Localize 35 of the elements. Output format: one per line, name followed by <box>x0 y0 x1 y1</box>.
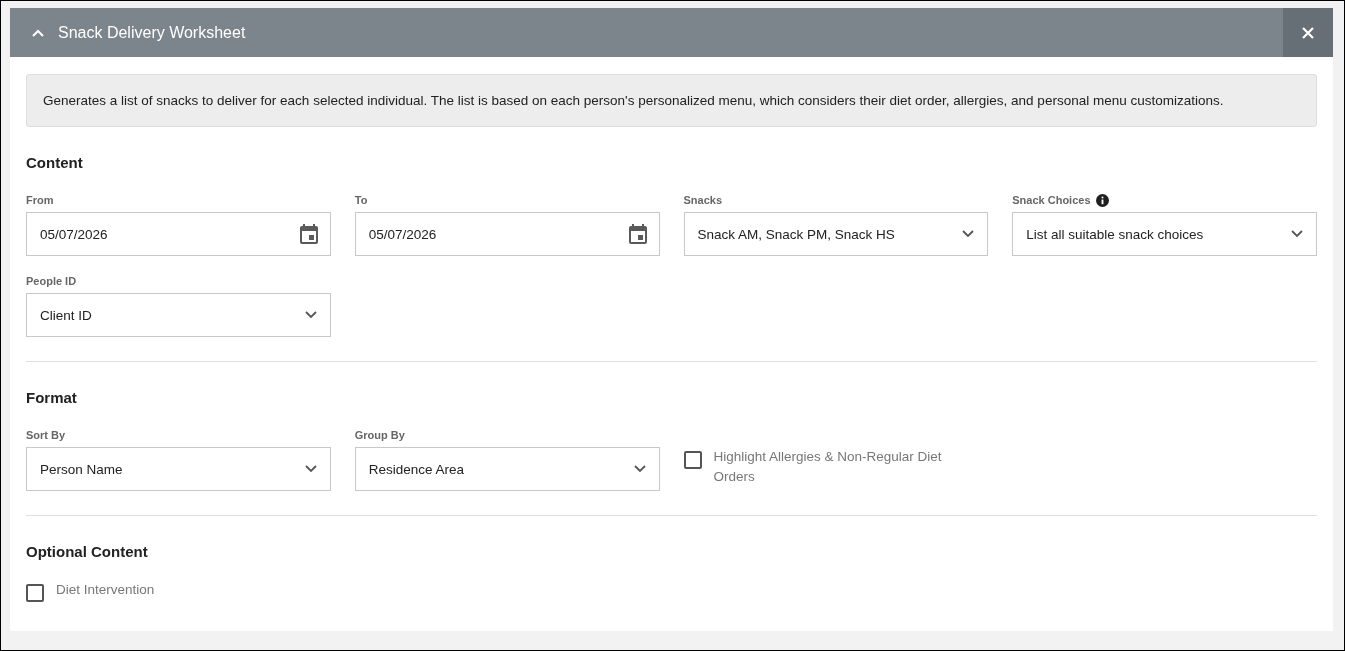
panel-title: Snack Delivery Worksheet <box>58 23 246 42</box>
collapse-button[interactable] <box>31 27 45 38</box>
checkbox-label: Diet Intervention <box>56 581 155 599</box>
section-heading: Format <box>26 388 77 408</box>
chevron-icon <box>32 28 44 37</box>
field-label: Group By <box>354 429 405 442</box>
dropdown-field[interactable]: Person Name <box>26 447 331 491</box>
calendar-icon <box>299 224 318 244</box>
dropdown-field[interactable]: List all suitable snack choices <box>1012 212 1317 256</box>
close-button[interactable] <box>1283 8 1333 57</box>
chevron-down-icon <box>633 465 646 473</box>
chevron-down-icon <box>962 230 975 238</box>
checkbox-label: Highlight Allergies & Non-Regular Diet Orders <box>713 448 943 486</box>
description-text: Generates a list of snacks to deliver for each selected individual. The list is based on each person's personalized menu, which considers their diet order, allergies, and personal menu customizations. <box>43 92 1224 110</box>
field-label: People ID <box>26 275 77 288</box>
chevron-down-icon <box>1291 230 1303 238</box>
close-icon <box>1302 26 1314 39</box>
section-heading: Optional Content <box>26 542 148 562</box>
field-label: Snacks <box>683 194 723 207</box>
field-label: Sort By <box>26 429 66 442</box>
date-field[interactable]: 05/07/2026 <box>26 212 331 256</box>
field-label: To <box>354 194 368 207</box>
section-heading: Content <box>26 153 83 173</box>
chevron-down-icon <box>304 465 317 473</box>
chevron-down-icon <box>304 311 317 319</box>
field-label: Snack Choices <box>1012 194 1091 207</box>
calendar-icon <box>628 224 647 244</box>
field-label: From <box>26 194 54 207</box>
info-icon[interactable] <box>1095 194 1109 207</box>
dropdown-field[interactable]: Client ID <box>26 293 331 337</box>
checkbox[interactable] <box>683 451 702 469</box>
date-field[interactable]: 05/07/2026 <box>354 212 660 256</box>
dropdown-field[interactable]: Snack AM, Snack PM, Snack HS <box>683 212 989 256</box>
dropdown-field[interactable]: Residence Area <box>354 447 660 491</box>
checkbox[interactable] <box>26 584 44 602</box>
